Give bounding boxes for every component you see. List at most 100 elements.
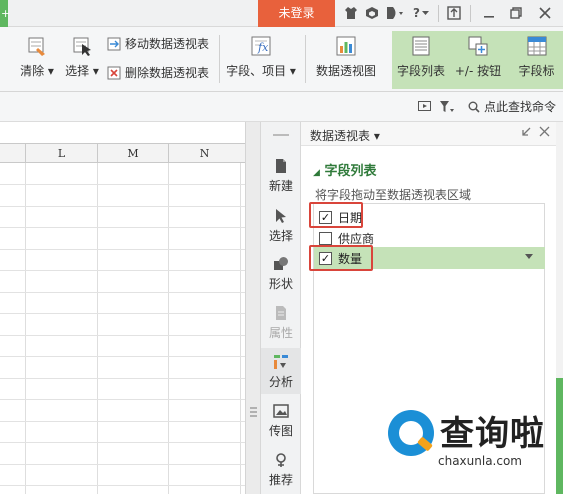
move-pivot-icon <box>107 37 121 50</box>
title-bar: + 未登录 ? <box>0 0 563 27</box>
checkbox-unchecked-icon[interactable] <box>319 231 332 245</box>
field-list-button[interactable]: 字段列表 <box>394 35 448 79</box>
properties-icon <box>273 305 289 321</box>
sidebar-item-new[interactable]: 新建 <box>261 158 301 194</box>
plus-minus-button[interactable]: +/- 按钮 <box>452 35 504 79</box>
panel-header: 数据透视表 ▾ <box>301 122 563 146</box>
divider <box>470 5 471 22</box>
field-list-label: 字段列表 <box>396 64 445 78</box>
sidebar-label: 推荐 <box>268 473 293 487</box>
cube-icon[interactable] <box>364 5 380 21</box>
panel-title-dropdown[interactable]: 数据透视表 ▾ <box>310 127 380 144</box>
plus-minus-label: +/- 按钮 <box>454 64 502 78</box>
screen-icon[interactable] <box>418 101 431 113</box>
image-icon <box>273 403 289 419</box>
pane-splitter[interactable] <box>246 122 261 494</box>
watermark-url: chaxunla.com <box>438 454 522 468</box>
delete-pivot-icon <box>107 66 121 79</box>
delete-pivot-button[interactable]: 删除数据透视表 <box>107 64 209 81</box>
document-tab-fragment[interactable]: + <box>0 0 10 27</box>
watermark-logo: 查询啦 chaxunla.com <box>388 406 558 476</box>
pivot-chart-icon <box>335 35 357 57</box>
gridline <box>0 335 245 336</box>
ribbon-toolbar: 清除 ▾ 选择 ▾ 移动数据透视表 删除数据透视表 字段、项目 ▾ fx 数据透… <box>0 27 563 92</box>
find-command-button[interactable]: 点此查找命令 <box>468 98 556 115</box>
drag-hint: 将字段拖动至数据透视表区域 <box>315 188 472 202</box>
column-header-l[interactable]: L <box>25 144 97 163</box>
gridline <box>240 163 241 494</box>
gridline <box>0 485 245 486</box>
search-icon <box>468 101 480 113</box>
filter-icon[interactable] <box>440 101 454 113</box>
panel-title: 数据透视表 <box>310 129 371 143</box>
gridline <box>168 163 169 494</box>
restore-icon[interactable] <box>508 5 524 21</box>
shirt-icon[interactable] <box>343 5 359 21</box>
sidebar-item-properties[interactable]: 属性 <box>261 305 301 341</box>
column-header-n[interactable]: N <box>168 144 240 163</box>
collapse-triangle-icon: ◢ <box>313 168 320 178</box>
gridline <box>0 313 245 314</box>
d-icon[interactable] <box>384 5 406 21</box>
divider <box>305 35 306 83</box>
help-icon[interactable]: ? <box>410 5 432 21</box>
field-header-button[interactable]: 字段标 <box>510 35 563 79</box>
find-command-label: 点此查找命令 <box>484 100 557 114</box>
gridline <box>0 270 245 271</box>
sidebar-item-recommend[interactable]: 推荐 <box>261 452 301 488</box>
gridline <box>0 464 245 465</box>
sidebar-item-select[interactable]: 选择 <box>261 208 301 244</box>
gridline <box>0 184 245 185</box>
move-pivot-label: 移动数据透视表 <box>125 37 210 51</box>
column-header-m[interactable]: M <box>97 144 168 163</box>
column-header-row: L M N <box>0 143 245 163</box>
divider <box>219 35 220 83</box>
gridline <box>0 206 245 207</box>
sidebar-label: 传图 <box>268 424 293 438</box>
pivot-chart-label: 数据透视图 <box>315 64 376 78</box>
delete-pivot-label: 删除数据透视表 <box>125 66 210 80</box>
close-icon[interactable] <box>537 5 553 21</box>
select-button[interactable]: 选择 ▾ <box>64 35 100 79</box>
field-list-icon <box>410 35 432 57</box>
move-pivot-button[interactable]: 移动数据透视表 <box>107 35 209 52</box>
field-header-icon <box>526 35 548 57</box>
clear-button[interactable]: 清除 ▾ <box>20 35 54 79</box>
help-mark: ? <box>413 6 420 20</box>
pivot-chart-button[interactable]: 数据透视图 <box>314 35 378 79</box>
sidebar-label: 形状 <box>268 277 293 291</box>
sidebar-label: 分析 <box>268 375 293 389</box>
gridline <box>0 356 245 357</box>
sidebar-item-image[interactable]: 传图 <box>261 403 301 439</box>
gridline <box>0 421 245 422</box>
watermark-brand: 查询啦 <box>440 414 545 454</box>
clear-label: 清除 <box>20 64 45 78</box>
grip-icon <box>250 407 257 420</box>
section-title: 字段列表 <box>324 164 377 179</box>
select-icon <box>71 35 93 57</box>
gridline <box>0 378 245 379</box>
field-label: 供应商 <box>338 231 375 246</box>
login-button[interactable]: 未登录 <box>258 0 335 27</box>
divider <box>438 5 439 22</box>
gridline <box>0 249 245 250</box>
highlight-box-date <box>309 202 363 228</box>
cursor-icon <box>273 208 289 224</box>
sidebar-label: 选择 <box>268 229 293 243</box>
spreadsheet-grid[interactable]: L M N <box>0 122 246 494</box>
task-pane-sidebar: 新建 选择 形状 属性 分析 传图 推荐 <box>261 122 301 494</box>
collapse-icon[interactable] <box>520 126 532 142</box>
gridline <box>25 163 26 494</box>
command-bar: 点此查找命令 <box>0 92 563 122</box>
close-icon[interactable] <box>539 126 550 141</box>
sidebar-item-shape[interactable]: 形状 <box>261 256 301 292</box>
minimize-icon[interactable] <box>481 5 497 21</box>
drag-handle[interactable] <box>273 134 289 136</box>
field-list-section[interactable]: ◢ 字段列表 <box>313 160 376 179</box>
export-icon[interactable] <box>446 5 462 21</box>
sidebar-label: 新建 <box>268 179 293 193</box>
analysis-icon <box>273 354 289 370</box>
dropdown-arrow-icon[interactable] <box>525 254 533 259</box>
formula-area <box>0 122 245 143</box>
sidebar-item-analysis[interactable]: 分析 <box>261 348 301 394</box>
